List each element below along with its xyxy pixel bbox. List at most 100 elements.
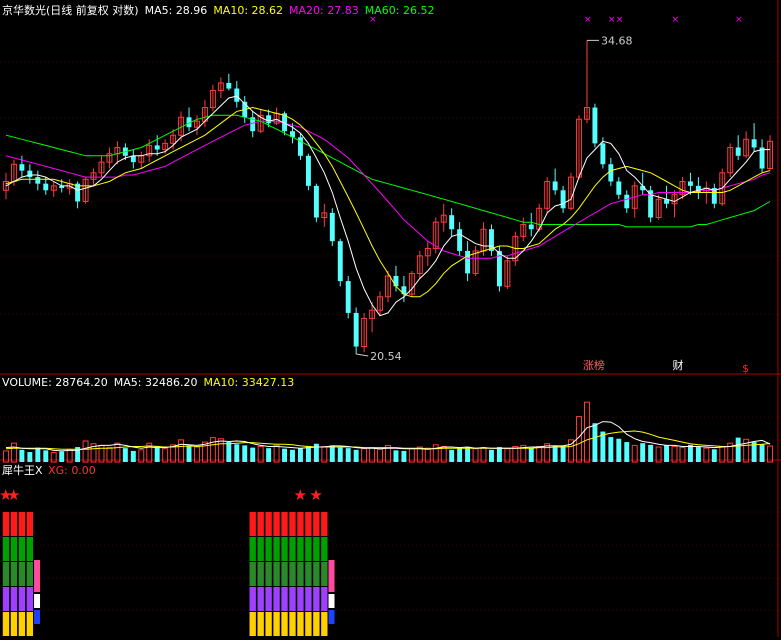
volume-bar-down [154, 445, 160, 462]
volume-bar-down [282, 448, 288, 462]
volume-bar-down [353, 449, 359, 462]
vol-ma5-label: MA5: [113, 376, 142, 389]
ma10-indicator: MA10: 28.62 [213, 4, 283, 17]
candle-body-down [19, 164, 25, 171]
signal-bar-segment [281, 562, 288, 586]
ma60-line [5, 114, 771, 228]
candle-body-down [600, 143, 606, 165]
ma20-line [5, 120, 771, 259]
volume-bar-up [584, 401, 590, 463]
ma5-indicator: MA5: 28.96 [145, 4, 208, 17]
signal-bar-segment [18, 562, 26, 586]
signal-bar-segment [26, 537, 34, 561]
event-marker-2: 财 [673, 358, 684, 372]
xg-label: XG: [48, 464, 68, 477]
vol-ma5-value: 32486.20 [145, 376, 198, 389]
signal-bar-segment [10, 562, 18, 586]
signal-side-bar-white [328, 594, 335, 608]
ma10-value: 28.62 [251, 4, 284, 17]
volume-bar-down [616, 438, 622, 462]
volume-bar-down [496, 447, 502, 462]
ma60-label: MA60: [364, 4, 400, 17]
signal-bar-segment [2, 612, 10, 636]
signal-bar-segment [265, 587, 272, 611]
candle-body-down [552, 181, 558, 191]
signal-panel-title: 犀牛王X [2, 464, 43, 477]
candle-body-down [687, 181, 693, 186]
volume-bar-down [488, 449, 494, 462]
volume-bar-down [130, 450, 136, 462]
candle-body-down [735, 147, 741, 156]
signal-bar-segment [26, 512, 34, 536]
ma60-value: 26.52 [402, 4, 435, 17]
volume-label: VOLUME: [2, 376, 52, 389]
volume-bar-down [528, 448, 534, 462]
signal-bar-segment [281, 512, 288, 536]
volume-bar-down [552, 445, 558, 462]
candle-body-down [305, 155, 311, 186]
signal-bar-segment [257, 612, 264, 636]
volume-bar-up [209, 437, 216, 463]
volume-bar-down [234, 444, 240, 462]
signal-bar-segment [289, 562, 296, 586]
signal-bar-segment [289, 537, 296, 561]
volume-bar-down [624, 442, 630, 462]
signal-bar-segment [321, 612, 328, 636]
signal-bar-segment [2, 537, 10, 561]
vol-ma10-label: MA10: [203, 376, 239, 389]
volume-bar-down [465, 447, 471, 462]
ma5-label: MA5: [144, 4, 173, 17]
signal-bar-segment [289, 612, 296, 636]
signal-star: ★ [7, 486, 20, 504]
candle-body-down [560, 190, 566, 209]
low-pointer [356, 353, 369, 357]
candle-body-down [449, 215, 455, 230]
candle-body-down [624, 194, 630, 209]
candle-body-down [27, 170, 33, 178]
signal-bar-segment [26, 587, 34, 611]
signal-bar-segment [289, 512, 296, 536]
candle-body-down [457, 229, 463, 251]
candle-body-down [35, 177, 41, 184]
candle-body-down [313, 185, 319, 218]
signal-bar-segment [257, 537, 264, 561]
volume-bar-down [242, 445, 248, 462]
volume-bar-down [401, 450, 407, 462]
top-marker: × [584, 15, 592, 25]
candle-body-down [616, 181, 622, 195]
volume-bar-down [711, 449, 717, 462]
signal-bar-segment [18, 587, 26, 611]
volume-bar-down [608, 437, 614, 462]
volume-bar-down [186, 445, 192, 462]
top-marker: × [616, 15, 624, 25]
signal-bar-segment [305, 537, 312, 561]
signal-bar-segment [10, 587, 18, 611]
candle-body-down [465, 250, 471, 274]
volume-bar-up [217, 438, 224, 463]
volume-bar-up [114, 442, 121, 463]
signal-bar-segment [273, 612, 280, 636]
volume-bar-up [201, 441, 208, 463]
volume-bar-up [178, 439, 185, 463]
volume-bar-down [297, 448, 303, 462]
signal-bar-segment [297, 512, 304, 536]
signal-bar-segment [10, 512, 18, 536]
volume-bar-down [329, 445, 335, 462]
high-label: 34.68 [601, 34, 633, 47]
low-label: 20.54 [370, 350, 402, 363]
candle-body-down [234, 88, 240, 102]
volume-bar-down [648, 444, 654, 462]
signal-bar-segment [249, 537, 256, 561]
candle-body-down [266, 115, 272, 124]
signal-side-bar-blue [328, 610, 335, 624]
top-marker: × [608, 15, 616, 25]
signal-bar-segment [273, 512, 280, 536]
signal-star: ★ [293, 486, 306, 504]
volume-bar-down [695, 447, 701, 462]
signal-bar-segment [321, 537, 328, 561]
signal-bar-segment [265, 612, 272, 636]
candle-body-down [528, 224, 534, 230]
candle-body-down [345, 281, 351, 313]
volume-bar-up [82, 440, 89, 463]
signal-bar-segment [265, 512, 272, 536]
